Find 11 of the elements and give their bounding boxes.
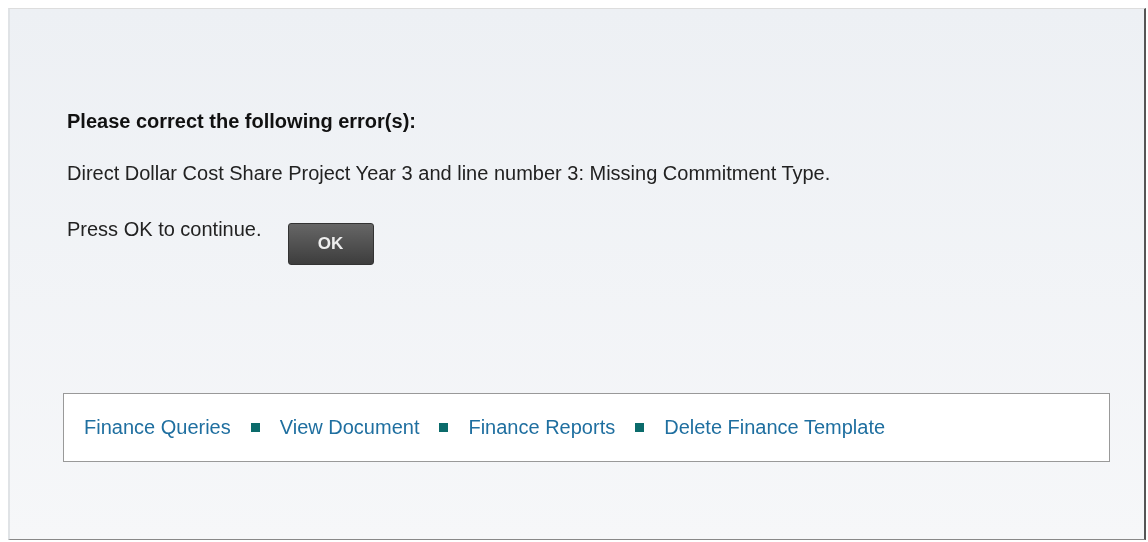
bullet-icon xyxy=(250,423,260,432)
nav-link[interactable]: Finance Reports xyxy=(468,416,616,439)
nav-link[interactable]: View Document xyxy=(279,416,420,439)
continue-prompt: Press OK to continue. xyxy=(67,218,262,241)
error-heading: Please correct the following error(s): xyxy=(67,110,417,134)
bullet-icon xyxy=(635,423,645,432)
ok-button[interactable]: OK xyxy=(287,223,374,265)
bullet-icon xyxy=(439,423,449,432)
nav-link[interactable]: Finance Queries xyxy=(84,416,231,439)
error-message: Direct Dollar Cost Share Project Year 3 and line number 3: Missing Commitment Type. xyxy=(67,162,832,185)
nav-link[interactable]: Delete Finance Template xyxy=(664,416,886,439)
